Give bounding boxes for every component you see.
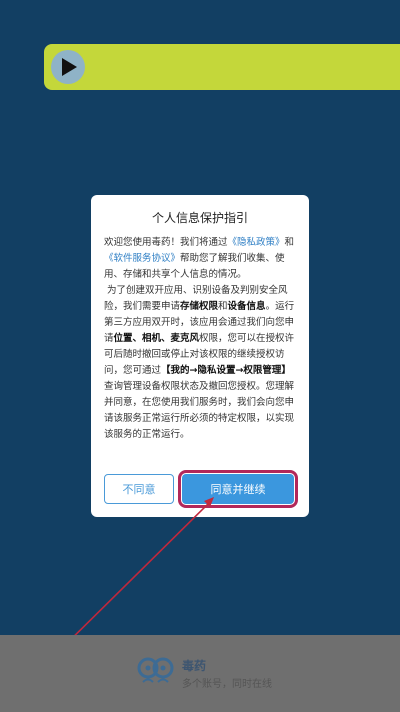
intro-text: 欢迎您使用毒药！我们将通过 [104,237,228,248]
perm-text-e: 查询管理设备权限状态及撤回您授权。您理解并同意，在您使用我们服务时，我们会向您申… [104,381,295,440]
play-button[interactable] [48,50,88,84]
device-info-text: 设备信息 [227,301,266,312]
app-slogan: 多个账号，同时在线 [182,679,272,690]
perm-and: 和 [218,301,228,312]
dialog-title: 个人信息保护指引 [151,211,248,225]
privacy-policy-link[interactable]: 《隐私政策》 [228,237,285,248]
app-logo-icon [137,657,174,683]
service-agreement-link[interactable]: 《软件服务协议》 [104,253,180,264]
privacy-dialog: 个人信息保护指引 欢迎您使用毒药！我们将通过《隐私政策》和《软件服务协议》帮助您… [91,195,309,517]
top-banner [44,44,400,90]
settings-path-text: 【我的→隐私设置→权限管理】 [161,365,291,376]
permissions-paragraph: 为了创建双开应用、识别设备及判别安全风险，我们需要申请存储权限和设备信息。运行第… [104,283,298,443]
dialog-body: 欢迎您使用毒药！我们将通过《隐私政策》和《软件服务协议》帮助您了解我们收集、使用… [104,235,298,465]
intro-paragraph: 欢迎您使用毒药！我们将通过《隐私政策》和《软件服务协议》帮助您了解我们收集、使用… [104,235,298,283]
accept-continue-button[interactable]: 同意并继续 [178,470,298,508]
decline-button[interactable]: 不同意 [104,474,174,504]
intro-and: 和 [284,237,295,248]
location-camera-mic-text: 位置、相机、麦克风 [113,333,200,344]
app-name: 毒药 [182,659,207,673]
storage-permission-text: 存储权限 [180,301,219,312]
play-icon [51,50,85,84]
